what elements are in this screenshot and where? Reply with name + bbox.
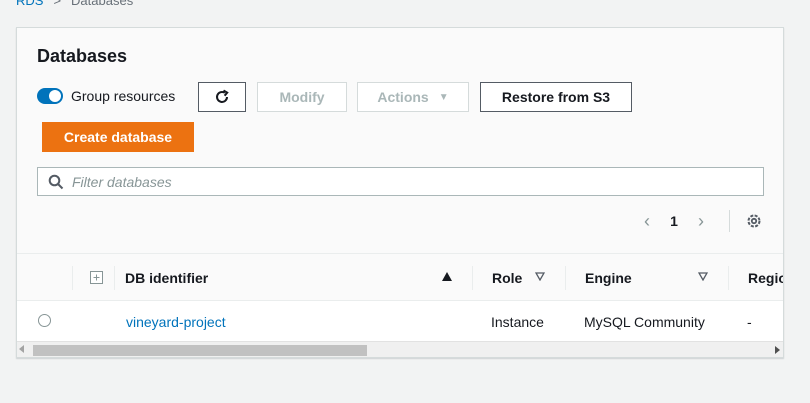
page-title: Databases — [37, 46, 128, 66]
page-number[interactable]: 1 — [657, 213, 691, 229]
column-header-region[interactable]: Regio — [748, 270, 783, 286]
refresh-icon — [216, 89, 229, 103]
breadcrumb-separator: > — [53, 0, 62, 8]
chevron-right-icon[interactable]: › — [691, 211, 711, 232]
actions-button[interactable]: Actions ▼ — [357, 82, 469, 112]
pagination: ‹ 1 › — [637, 210, 711, 232]
preferences-button[interactable] — [743, 210, 765, 232]
chevron-left-icon[interactable]: ‹ — [637, 211, 657, 232]
refresh-button[interactable] — [198, 82, 246, 112]
panel-header: Databases Group resources Modify Actions… — [17, 28, 783, 253]
table-row[interactable]: vineyard-project Instance MySQL Communit… — [17, 301, 783, 341]
modify-button[interactable]: Modify — [257, 82, 347, 112]
column-divider — [728, 266, 729, 290]
databases-panel: Databases Group resources Modify Actions… — [16, 27, 784, 358]
actions-label: Actions — [377, 89, 429, 105]
db-identifier-link[interactable]: vineyard-project — [126, 314, 226, 330]
filter-box — [37, 167, 764, 196]
column-header-db-identifier[interactable]: DB identifier — [125, 270, 208, 286]
column-divider — [565, 266, 566, 290]
toggle-switch[interactable] — [37, 88, 63, 104]
column-divider — [72, 266, 73, 290]
caret-down-icon: ▼ — [438, 91, 449, 103]
expand-icon[interactable] — [90, 271, 103, 284]
group-resources-toggle[interactable]: Group resources — [37, 88, 175, 104]
breadcrumb-current: Databases — [71, 0, 134, 8]
breadcrumb: RDS > Databases — [16, 0, 133, 8]
restore-from-s3-button[interactable]: Restore from S3 — [480, 82, 632, 112]
sort-down-icon[interactable] — [698, 272, 708, 281]
scroll-right-arrow[interactable] — [775, 346, 780, 354]
engine-cell: MySQL Community — [584, 314, 705, 330]
row-select-radio[interactable] — [38, 314, 51, 327]
toggle-knob — [49, 90, 61, 102]
column-divider — [472, 266, 473, 290]
gear-icon — [747, 214, 761, 228]
breadcrumb-rds-link[interactable]: RDS — [16, 0, 43, 8]
column-header-role[interactable]: Role — [492, 270, 522, 286]
region-cell: - — [747, 314, 752, 330]
create-database-button[interactable]: Create database — [42, 122, 194, 152]
table-header: DB identifier Role Engine Regio — [17, 253, 783, 301]
group-resources-label: Group resources — [71, 88, 176, 104]
search-icon — [48, 174, 64, 189]
sort-down-icon[interactable] — [535, 272, 545, 281]
horizontal-scrollbar[interactable] — [17, 341, 783, 357]
role-cell: Instance — [491, 314, 544, 330]
sort-up-icon[interactable] — [442, 272, 452, 281]
scrollbar-thumb[interactable] — [33, 345, 367, 356]
column-header-engine[interactable]: Engine — [585, 270, 632, 286]
column-divider — [114, 266, 115, 290]
pager-divider — [729, 210, 730, 232]
scroll-left-arrow[interactable] — [19, 345, 24, 353]
filter-input[interactable] — [72, 173, 732, 190]
